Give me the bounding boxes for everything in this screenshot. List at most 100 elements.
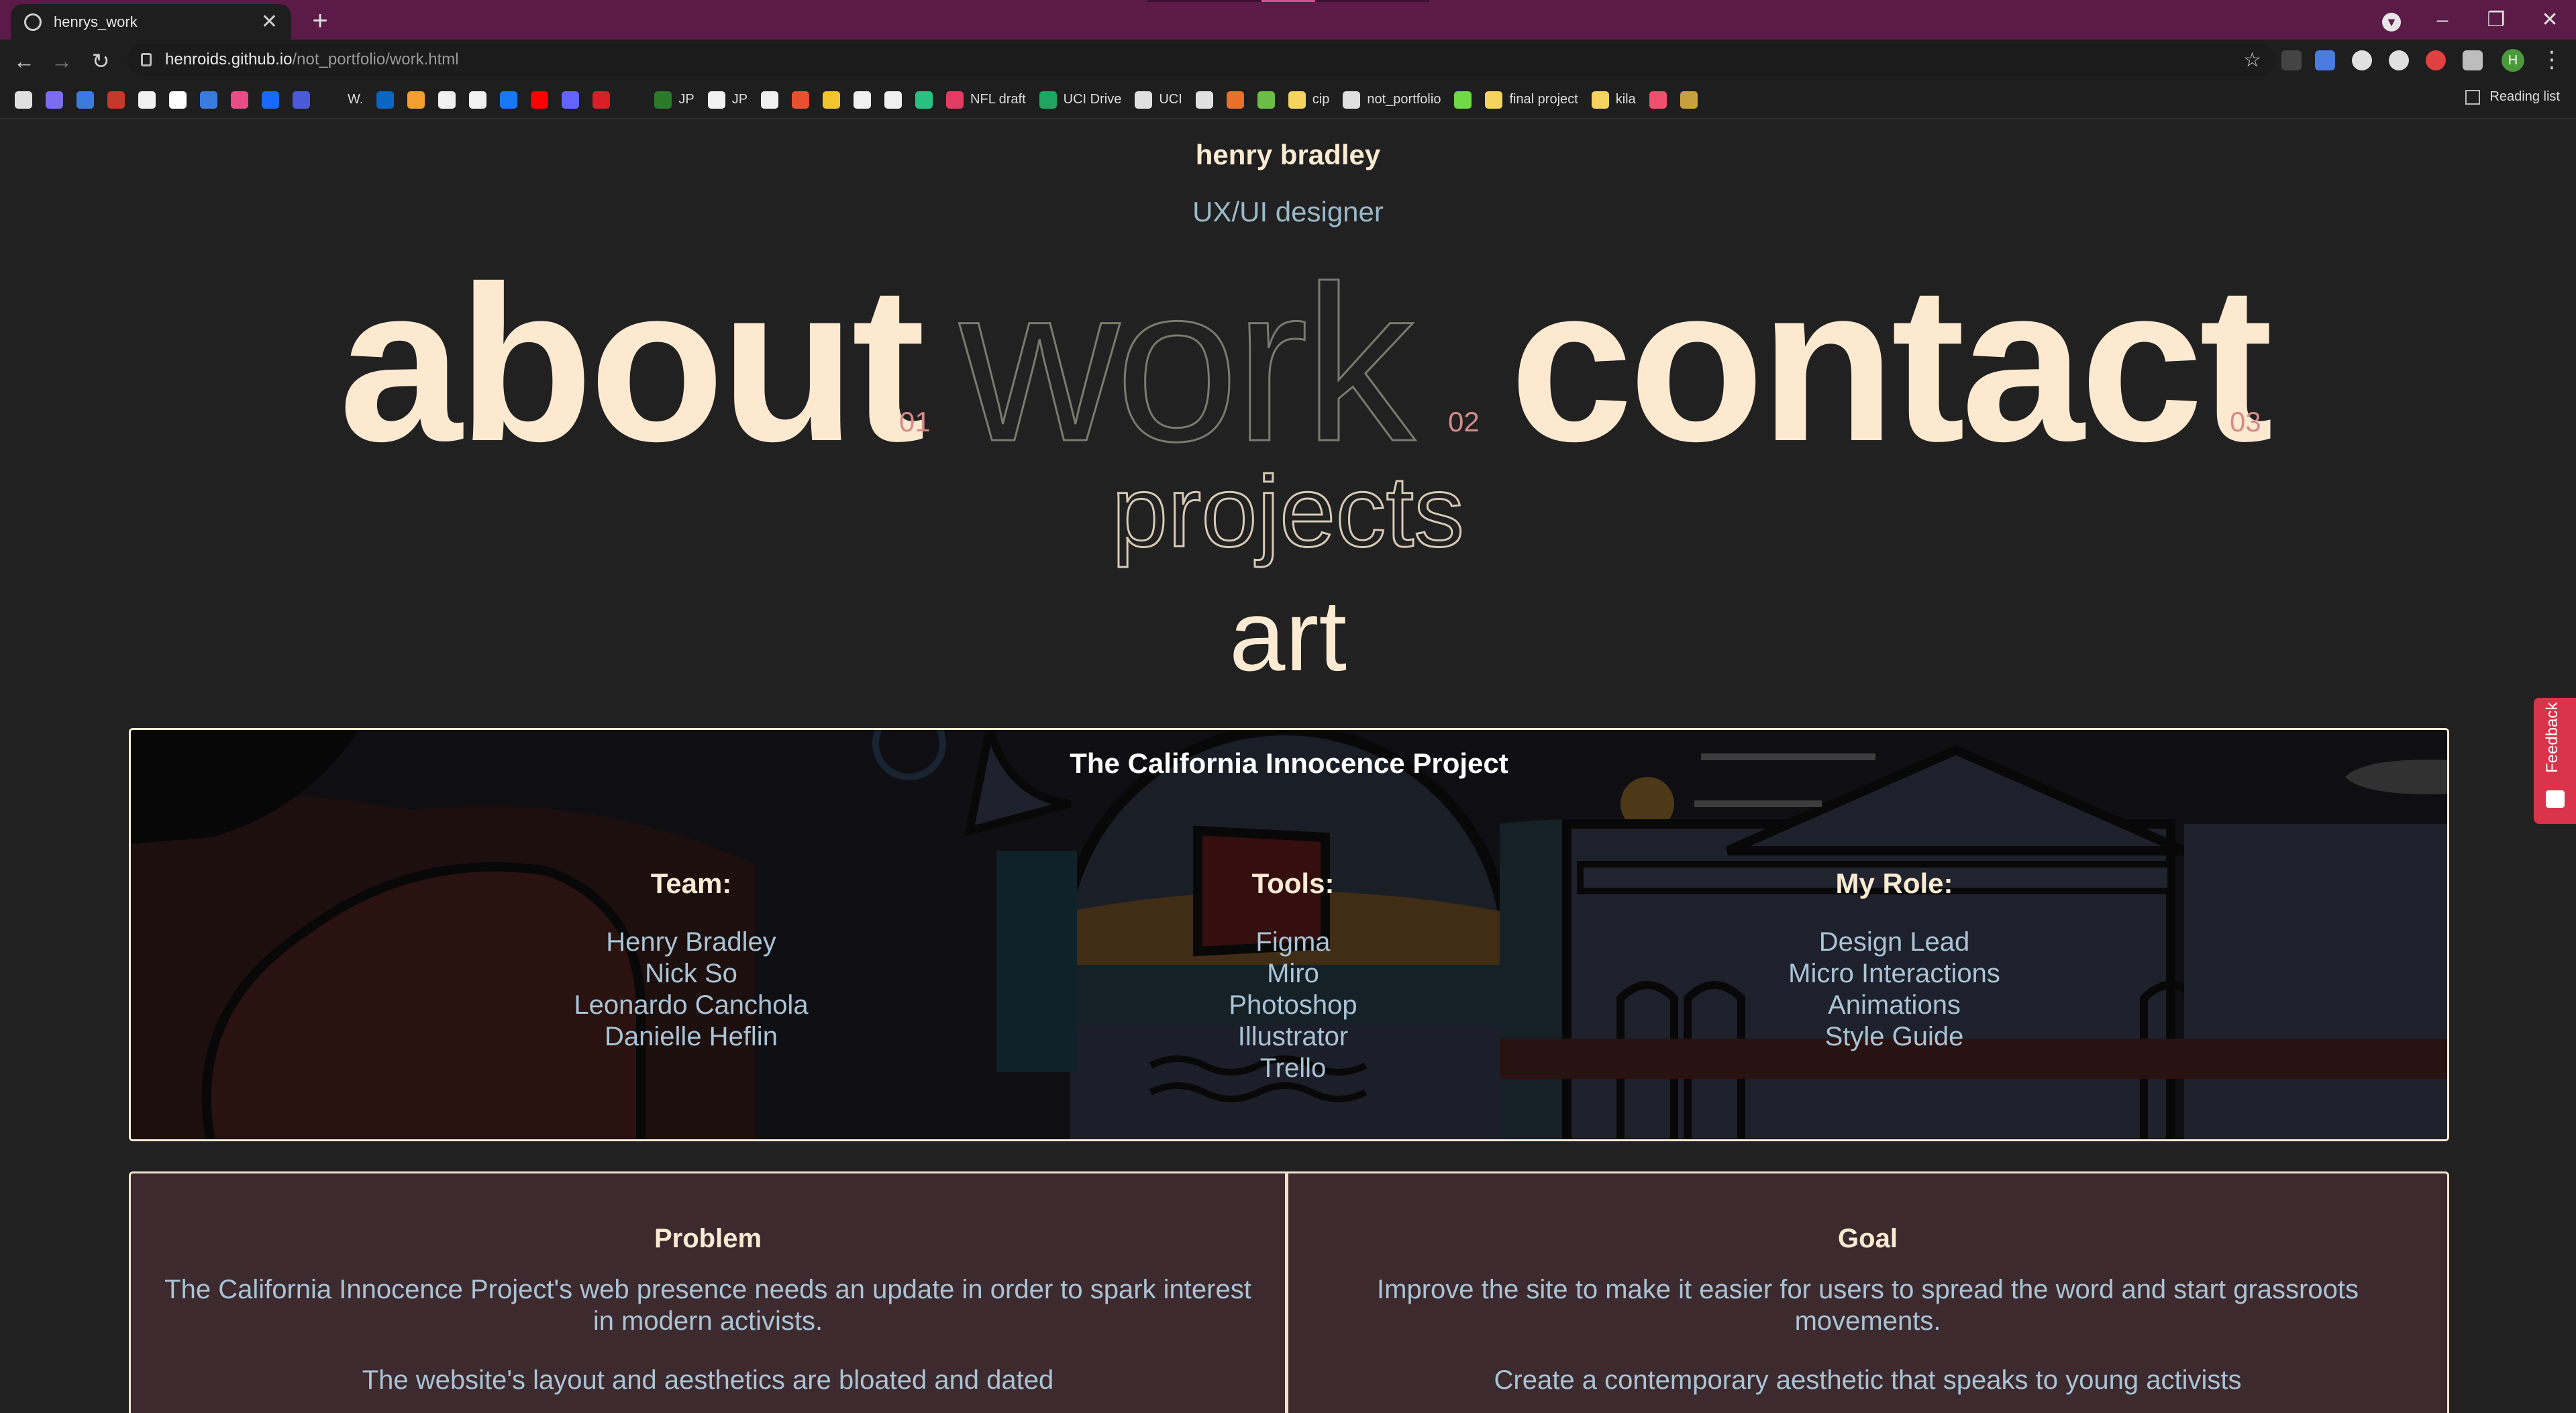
reload-button[interactable]: ↻ xyxy=(86,46,115,76)
bookmark-favicon-icon xyxy=(761,91,779,109)
bookmark-item[interactable] xyxy=(562,91,580,109)
tool-item: Figma xyxy=(1255,927,1331,957)
url-path: /not_portfolio/work.html xyxy=(292,50,459,68)
bookmark-item[interactable] xyxy=(1649,91,1667,109)
extension-icon[interactable] xyxy=(2426,50,2446,70)
bookmark-item[interactable]: final project xyxy=(1485,91,1578,109)
bookmark-item[interactable] xyxy=(262,91,279,109)
bookmark-favicon-icon xyxy=(323,91,341,109)
bookmarks-bar: W. JP JP NFL draft UCI Drive UCI cip not_portfo… xyxy=(0,81,2576,119)
bookmark-item[interactable] xyxy=(1195,91,1213,109)
bookmark-item[interactable] xyxy=(46,91,63,109)
bookmark-favicon-icon xyxy=(438,91,456,109)
bookmark-star-icon[interactable]: ☆ xyxy=(2243,48,2261,72)
bookmark-item[interactable] xyxy=(531,91,549,109)
bookmark-favicon-icon xyxy=(1288,91,1306,109)
bookmark-item[interactable] xyxy=(376,91,395,109)
bookmark-item[interactable] xyxy=(854,91,872,109)
bookmark-favicon-icon xyxy=(946,91,964,109)
bookmark-favicon-icon xyxy=(500,91,518,109)
bookmark-item[interactable] xyxy=(231,91,248,109)
bookmark-item[interactable]: NFL draft xyxy=(946,91,1026,109)
translate-extension-icon[interactable] xyxy=(2315,50,2335,70)
bookmark-item[interactable]: JP xyxy=(654,91,694,109)
window-close-button[interactable]: ✕ xyxy=(2530,5,2570,35)
nav-work-link[interactable]: work xyxy=(959,252,1416,475)
site-name[interactable]: henry bradley xyxy=(0,139,2576,171)
goal-heading: Goal xyxy=(1838,1224,1898,1253)
bookmark-item[interactable]: UCI xyxy=(1135,91,1182,109)
bookmark-item[interactable] xyxy=(407,91,425,109)
bookmark-favicon-icon xyxy=(1257,91,1275,109)
bookmark-item[interactable]: cip xyxy=(1288,91,1329,109)
bookmark-item[interactable] xyxy=(138,91,156,109)
sub-nav-projects-link[interactable]: projects xyxy=(0,460,2576,563)
lock-icon[interactable] xyxy=(141,53,152,66)
nav-contact-link[interactable]: contact xyxy=(1510,253,2273,474)
nav-about-link[interactable]: about xyxy=(339,253,925,474)
goal-card: Goal Improve the site to make it easier … xyxy=(1286,1171,2449,1413)
minimize-button[interactable]: – xyxy=(2422,5,2463,35)
bookmark-favicon-icon xyxy=(654,91,672,109)
bookmark-favicon-icon xyxy=(231,91,248,109)
download-icon[interactable]: ▼ xyxy=(2371,5,2412,35)
bookmark-item[interactable] xyxy=(15,91,32,109)
chat-icon xyxy=(2546,790,2565,808)
extension-icon[interactable] xyxy=(2389,50,2409,70)
bookmark-favicon-icon xyxy=(1591,91,1609,109)
back-button[interactable]: ← xyxy=(9,46,39,76)
extension-icon[interactable] xyxy=(2281,50,2302,70)
bookmark-item[interactable] xyxy=(469,91,487,109)
bookmark-item[interactable] xyxy=(107,91,125,109)
bookmark-item[interactable] xyxy=(1226,91,1244,109)
bookmark-favicon-icon xyxy=(792,91,810,109)
sub-nav-art-link[interactable]: art xyxy=(0,585,2576,686)
bookmark-item[interactable] xyxy=(1454,91,1472,109)
bookmark-favicon-icon xyxy=(469,91,487,109)
new-tab-button[interactable]: + xyxy=(303,4,337,38)
forward-button[interactable]: → xyxy=(47,46,76,76)
puzzle-icon[interactable] xyxy=(2463,50,2483,70)
project-hero-card[interactable]: The California Innocence Project Team: H… xyxy=(129,728,2449,1141)
problem-card: Problem The California Innocence Project… xyxy=(129,1171,1287,1413)
close-icon[interactable]: ✕ xyxy=(261,10,278,34)
browser-tab[interactable]: henrys_work ✕ xyxy=(11,4,291,40)
bookmark-item[interactable]: JP xyxy=(707,91,748,109)
bookmark-item[interactable] xyxy=(76,91,94,109)
bookmark-item[interactable] xyxy=(915,91,933,109)
bookmark-item[interactable]: W. xyxy=(323,91,363,109)
bookmark-item[interactable] xyxy=(169,91,187,109)
feedback-tab[interactable]: Feedback xyxy=(2534,698,2576,824)
bookmark-item[interactable] xyxy=(1680,91,1698,109)
role-item: Animations xyxy=(1828,990,1961,1020)
bookmark-item[interactable]: UCI Drive xyxy=(1039,91,1121,109)
bookmark-item[interactable] xyxy=(1257,91,1275,109)
bookmark-item[interactable] xyxy=(623,91,641,109)
bookmark-item[interactable] xyxy=(438,91,456,109)
bookmark-item[interactable] xyxy=(792,91,810,109)
tools-heading: Tools: xyxy=(1251,868,1335,899)
bookmark-item[interactable] xyxy=(761,91,779,109)
bookmark-item[interactable] xyxy=(823,91,841,109)
bookmark-item[interactable] xyxy=(593,91,611,109)
bookmark-item[interactable] xyxy=(884,91,903,109)
profile-avatar[interactable]: H xyxy=(2502,49,2524,72)
browser-menu-icon[interactable]: ⋮ xyxy=(2540,46,2563,73)
bookmark-item[interactable] xyxy=(500,91,518,109)
bookmark-item[interactable] xyxy=(200,91,217,109)
url-host: henroids.github.io xyxy=(165,50,293,68)
bookmark-favicon-icon xyxy=(531,91,549,109)
feedback-label: Feedback xyxy=(2543,702,2561,773)
bookmark-item[interactable]: not_portfolio xyxy=(1343,91,1441,109)
bookmark-item[interactable] xyxy=(293,91,310,109)
bookmark-favicon-icon xyxy=(169,91,187,109)
tools-column: Tools: Figma Miro Photoshop Illustrator … xyxy=(1125,868,1461,1084)
extension-icon[interactable] xyxy=(2352,50,2372,70)
reading-list-button[interactable]: Reading list xyxy=(2465,89,2560,105)
restore-button[interactable]: ❐ xyxy=(2476,5,2516,35)
bookmark-item[interactable]: kila xyxy=(1591,91,1636,109)
bookmark-label: final project xyxy=(1509,92,1578,107)
nav-contact-number: 03 xyxy=(2230,406,2261,437)
bookmark-favicon-icon xyxy=(1343,91,1361,109)
address-bar[interactable]: henroids.github.io/not_portfolio/work.ht… xyxy=(127,44,2275,76)
